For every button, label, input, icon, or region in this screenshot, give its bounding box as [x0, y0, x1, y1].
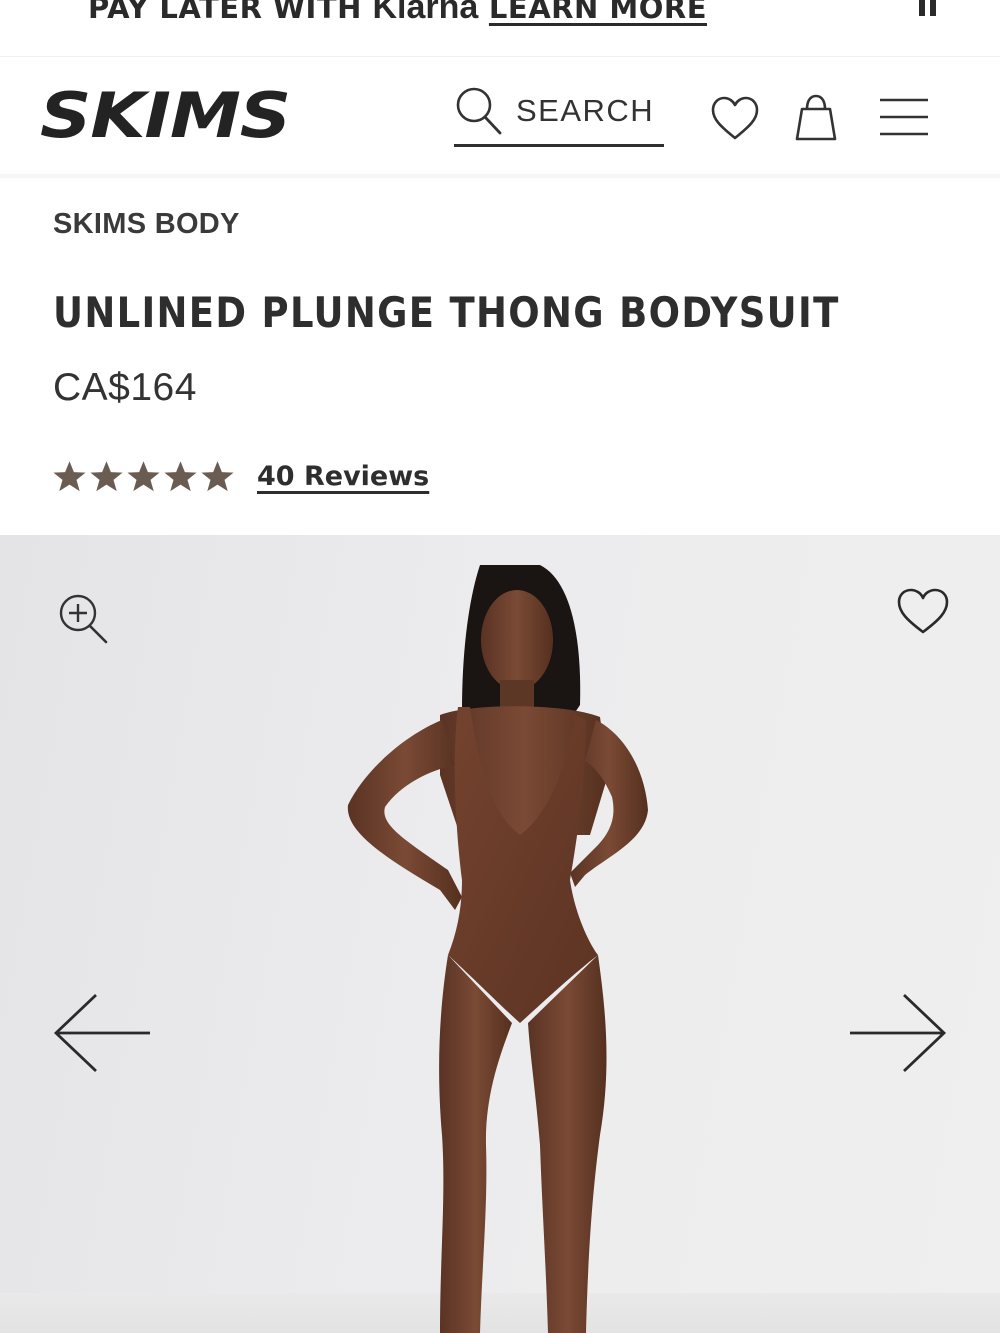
search-placeholder: SEARCH: [516, 93, 655, 128]
logo-text: SKIMS: [40, 83, 290, 147]
heart-icon[interactable]: [896, 587, 950, 637]
heart-icon[interactable]: [710, 95, 760, 143]
klarna-logo: Klarna: [372, 0, 479, 26]
star-icon: [127, 460, 160, 491]
reviews-link[interactable]: 40 Reviews: [257, 461, 429, 492]
shopping-bag-icon[interactable]: [792, 93, 840, 143]
site-header: SKIMS SEARCH: [0, 56, 1000, 178]
zoom-in-icon[interactable]: [56, 591, 110, 645]
product-photo-model: [347, 565, 648, 1333]
arrow-right-icon[interactable]: [848, 991, 948, 1075]
promo-text: PAY LATER WITH Klarna LEARN MORE: [88, 0, 707, 27]
product-image-gallery[interactable]: [0, 535, 1000, 1333]
pause-icon[interactable]: [917, 0, 939, 20]
star-icon: [90, 460, 123, 491]
star-rating: [52, 459, 235, 494]
product-brand[interactable]: SKIMS BODY: [53, 208, 240, 241]
star-icon: [201, 460, 234, 491]
product-title: UNLINED PLUNGE THONG BODYSUIT: [53, 288, 840, 337]
search-input[interactable]: SEARCH: [454, 85, 664, 147]
learn-more-link[interactable]: LEARN MORE: [489, 0, 707, 25]
product-rating: 40 Reviews: [52, 454, 429, 498]
star-icon: [53, 460, 86, 491]
star-icon: [164, 460, 197, 491]
skims-logo[interactable]: SKIMS: [40, 79, 292, 152]
promo-prefix: PAY LATER WITH: [88, 0, 373, 25]
hamburger-menu-icon[interactable]: [878, 97, 930, 137]
search-icon: [454, 85, 504, 135]
product-price: CA$164: [53, 366, 197, 409]
arrow-left-icon[interactable]: [52, 991, 152, 1075]
promo-banner: PAY LATER WITH Klarna LEARN MORE: [0, 0, 1000, 52]
